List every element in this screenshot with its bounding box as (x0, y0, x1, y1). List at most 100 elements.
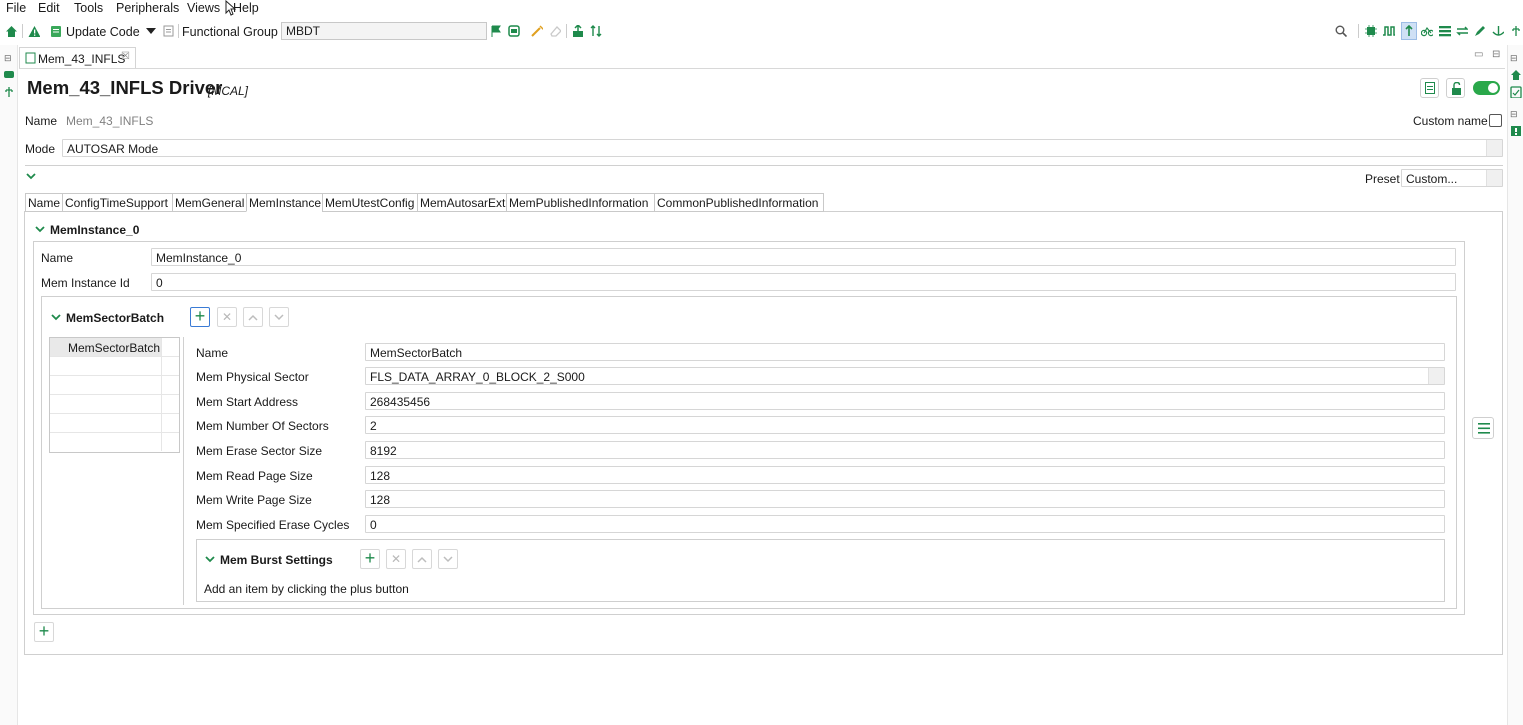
transfer-icon[interactable] (1456, 25, 1468, 37)
tab-common-published-information[interactable]: CommonPublishedInformation (654, 193, 824, 212)
stack-icon[interactable] (1439, 25, 1451, 37)
restore-view-icon[interactable]: ⊟ (4, 53, 12, 64)
search-icon[interactable] (1335, 25, 1347, 37)
field-value: 268435456 (370, 395, 431, 409)
list-item[interactable] (50, 414, 179, 433)
dropdown-arrow-icon[interactable] (1486, 140, 1502, 156)
sector-batch-name-field[interactable]: MemSectorBatch (365, 343, 1445, 361)
restore-view-icon[interactable]: ⊟ (1510, 53, 1518, 64)
preset-select[interactable]: Custom... (1401, 169, 1503, 187)
collapse-chevron-icon[interactable] (205, 556, 215, 563)
list-item[interactable] (50, 395, 179, 414)
field-label: Mem Specified Erase Cycles (196, 518, 350, 532)
clocks-icon[interactable] (1383, 25, 1395, 37)
add-burst-setting-button[interactable]: + (360, 549, 380, 569)
peripheral-flag-icon[interactable] (490, 25, 502, 37)
menu-help[interactable]: Help (233, 1, 259, 15)
tab-mem-general[interactable]: MemGeneral (172, 193, 247, 212)
splitter[interactable] (183, 337, 184, 605)
move-up-button[interactable] (412, 549, 432, 569)
bike-icon[interactable] (1421, 25, 1433, 37)
move-up-button[interactable] (243, 307, 263, 327)
lock-button[interactable] (1446, 78, 1465, 98)
list-item[interactable] (50, 357, 179, 376)
collapse-chevron-icon[interactable] (26, 173, 36, 180)
sort-icon[interactable] (590, 25, 602, 37)
update-code-icon[interactable] (1510, 86, 1522, 98)
list-item[interactable] (50, 433, 179, 452)
eraser-icon[interactable] (549, 25, 561, 37)
field-value: 128 (370, 469, 391, 483)
usb-icon[interactable] (3, 86, 15, 98)
dropdown-arrow-icon[interactable] (1486, 170, 1502, 186)
menu-tools[interactable]: Tools (74, 1, 103, 15)
update-code-button[interactable]: Update Code (66, 25, 140, 39)
dropdown-arrow-icon[interactable] (146, 28, 158, 40)
update-code-icon[interactable] (50, 25, 62, 37)
pencil-icon[interactable] (1474, 25, 1486, 37)
erase-sector-size-field[interactable]: 8192 (365, 441, 1445, 459)
component-enable-toggle[interactable] (1473, 81, 1500, 95)
maximize-icon[interactable]: ⊟ (1492, 49, 1500, 60)
menu-peripherals[interactable]: Peripherals (116, 1, 179, 15)
chevron-down-icon (443, 556, 453, 563)
add-sector-batch-button[interactable]: + (190, 307, 210, 327)
problems-icon[interactable] (1510, 125, 1522, 137)
physical-sector-select[interactable]: FLS_DATA_ARRAY_0_BLOCK_2_S000 (365, 367, 1445, 385)
remove-burst-setting-button[interactable]: ✕ (386, 549, 406, 569)
tab-name[interactable]: Name (25, 193, 63, 212)
components-icon[interactable] (3, 69, 15, 80)
document-icon (1425, 82, 1435, 94)
remove-sector-batch-button[interactable]: ✕ (217, 307, 237, 327)
field-label: Mem Number Of Sectors (196, 419, 329, 433)
home-icon[interactable] (5, 25, 17, 37)
menu-file[interactable]: File (6, 1, 26, 15)
anchor-icon[interactable] (1492, 25, 1504, 37)
mode-select[interactable]: AUTOSAR Mode (62, 139, 1503, 157)
document-icon (163, 25, 174, 37)
tab-mem-instance[interactable]: MemInstance (246, 193, 323, 212)
minimize-icon[interactable]: ▭ (1474, 49, 1483, 60)
report-button[interactable] (1420, 78, 1439, 98)
dropdown-arrow-icon[interactable] (1428, 368, 1444, 384)
chip-icon[interactable] (1365, 25, 1377, 37)
tab-mem-utest-config[interactable]: MemUtestConfig (322, 193, 418, 212)
list-item-label (50, 376, 162, 394)
add-instance-button[interactable]: + (34, 622, 54, 642)
instance-name-field[interactable]: MemInstance_0 (151, 248, 1456, 266)
collapse-chevron-icon[interactable] (35, 226, 45, 233)
custom-name-checkbox[interactable] (1489, 114, 1502, 127)
tab-mem-published-information[interactable]: MemPublishedInformation (506, 193, 655, 212)
instance-id-field[interactable]: 0 (151, 273, 1456, 291)
move-down-button[interactable] (269, 307, 289, 327)
toolbar-separator (22, 24, 23, 38)
list-item[interactable]: MemSectorBatch (50, 338, 179, 357)
usb-icon[interactable] (1510, 25, 1522, 37)
wand-icon[interactable] (531, 25, 543, 37)
write-page-size-field[interactable]: 128 (365, 490, 1445, 508)
warning-icon[interactable] (28, 25, 40, 37)
functional-group-select[interactable]: MBDT (281, 22, 487, 40)
collapse-chevron-icon[interactable] (51, 314, 61, 321)
read-page-size-field[interactable]: 128 (365, 466, 1445, 484)
tab-config-time-support[interactable]: ConfigTimeSupport (62, 193, 173, 212)
close-icon[interactable]: ☒ (121, 51, 130, 62)
specified-erase-cycles-field[interactable]: 0 (365, 515, 1445, 533)
restore-view-icon[interactable]: ⊟ (1510, 109, 1518, 120)
home-icon[interactable] (1510, 69, 1522, 81)
list-item-label (50, 395, 162, 413)
tab-mem-autosar-ext[interactable]: MemAutosarExt (417, 193, 507, 212)
menu-views[interactable]: Views (187, 1, 220, 15)
move-down-button[interactable] (438, 549, 458, 569)
number-of-sectors-field[interactable]: 2 (365, 416, 1445, 434)
menu-edit[interactable]: Edit (38, 1, 60, 15)
page-title: Mem_43_INFLS Driver (27, 77, 223, 98)
plug-icon[interactable] (1403, 25, 1415, 37)
details-menu-button[interactable] (1472, 417, 1494, 439)
list-item[interactable] (50, 376, 179, 395)
editor-tab[interactable]: Mem_43_INFLS ☒ (19, 47, 136, 69)
pins-icon[interactable] (508, 25, 520, 37)
start-address-field[interactable]: 268435456 (365, 392, 1445, 410)
editor-tab-divider (19, 68, 1505, 69)
upload-icon[interactable] (572, 25, 584, 37)
